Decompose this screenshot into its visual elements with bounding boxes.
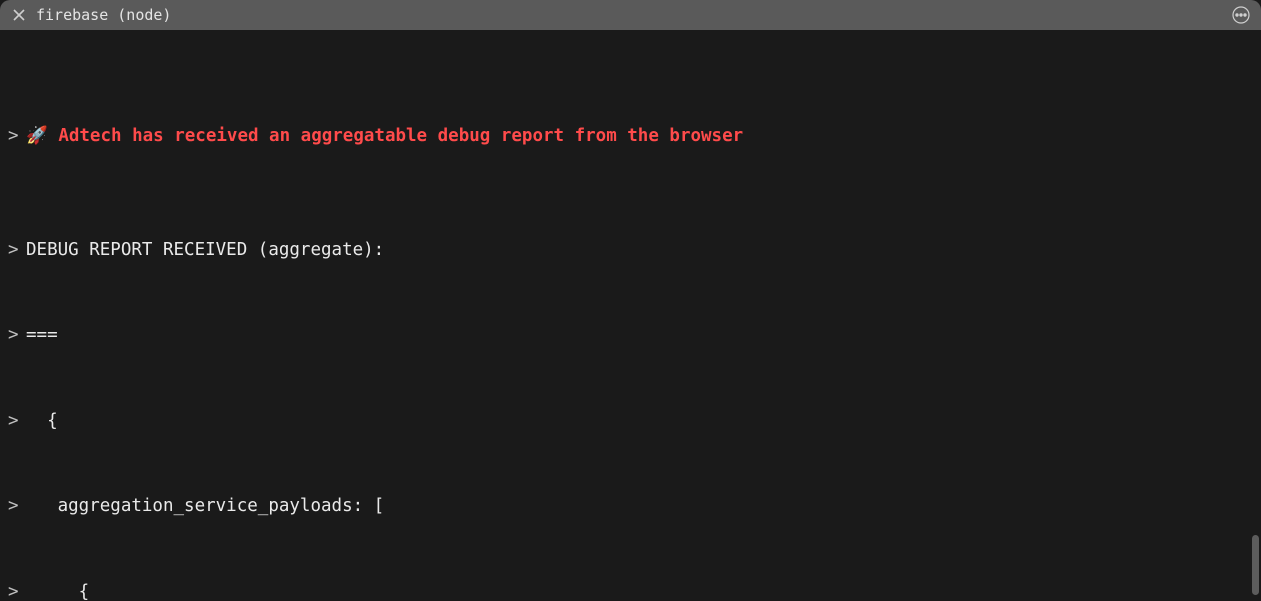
more-options-icon	[1231, 5, 1251, 25]
prompt-marker: >	[8, 407, 26, 436]
rocket-icon: 🚀	[26, 126, 58, 146]
log-text: ===	[26, 325, 58, 345]
terminal-output[interactable]: > 🚀 Adtech has received an aggregatable …	[0, 30, 1261, 601]
log-text: DEBUG REPORT RECEIVED (aggregate):	[26, 240, 384, 260]
log-line: > {	[8, 407, 1253, 436]
title-bar: firebase (node)	[0, 0, 1261, 30]
more-options-button[interactable]	[1231, 5, 1251, 25]
log-line: > {	[8, 578, 1253, 601]
log-line-highlight: > 🚀 Adtech has received an aggregatable …	[8, 122, 1253, 151]
prompt-marker: >	[8, 122, 26, 151]
terminal-window: firebase (node) > 🚀 Adtech has received …	[0, 0, 1261, 601]
log-line: > ===	[8, 321, 1253, 350]
log-text: {	[26, 411, 58, 431]
log-line: > aggregation_service_payloads: [	[8, 492, 1253, 521]
close-icon	[13, 9, 25, 21]
prompt-marker: >	[8, 578, 26, 601]
log-text: {	[26, 582, 89, 601]
log-text: aggregation_service_payloads: [	[26, 496, 384, 516]
prompt-marker: >	[8, 492, 26, 521]
log-line: > DEBUG REPORT RECEIVED (aggregate):	[8, 236, 1253, 265]
tab-title: firebase (node)	[36, 6, 171, 24]
close-tab-button[interactable]	[10, 6, 28, 24]
prompt-marker: >	[8, 236, 26, 265]
prompt-marker: >	[8, 321, 26, 350]
highlight-message: Adtech has received an aggregatable debu…	[58, 126, 743, 146]
scrollbar-thumb[interactable]	[1252, 535, 1259, 595]
